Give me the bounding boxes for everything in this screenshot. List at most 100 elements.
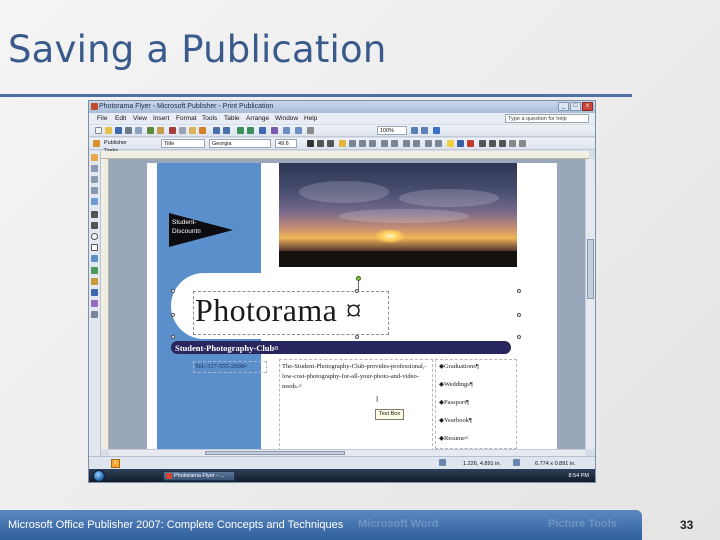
justify-icon[interactable]	[369, 140, 376, 147]
vertical-scrollbar[interactable]	[585, 159, 595, 449]
menu-format[interactable]: Format	[176, 115, 197, 122]
form-control-icon[interactable]	[91, 300, 98, 307]
bold-icon[interactable]	[307, 140, 314, 147]
list-item[interactable]: ◆Graduations¶	[439, 362, 479, 370]
design-gallery-icon[interactable]	[91, 267, 98, 274]
vertical-ruler[interactable]	[101, 159, 109, 449]
zoom-out-icon[interactable]	[411, 127, 418, 134]
align-right-icon[interactable]	[359, 140, 366, 147]
selection-handle-bc[interactable]	[355, 335, 359, 339]
send-to-back-icon[interactable]	[247, 127, 254, 134]
fill-color-icon[interactable]	[447, 140, 454, 147]
font-color-icon[interactable]	[467, 140, 474, 147]
print-icon[interactable]	[125, 127, 132, 134]
align-center-icon[interactable]	[349, 140, 356, 147]
list-item[interactable]: ◆Yearbook¶	[439, 416, 472, 424]
align-left-icon[interactable]	[339, 140, 346, 147]
font-select[interactable]: Georgia	[209, 139, 271, 148]
paste-icon[interactable]	[189, 127, 196, 134]
minimize-button[interactable]: _	[558, 102, 569, 111]
body-text[interactable]: The-Student-Photography-Club-provides-pr…	[282, 362, 432, 392]
cut-icon[interactable]	[169, 127, 176, 134]
insert-table-icon[interactable]	[283, 127, 290, 134]
line-style-icon[interactable]	[479, 140, 486, 147]
style-select[interactable]: Title	[161, 139, 205, 148]
autoshapes-icon[interactable]	[91, 255, 98, 262]
horizontal-scroll-thumb[interactable]	[205, 451, 345, 455]
list-item[interactable]: ◆Passport¶	[439, 398, 469, 406]
logo-text[interactable]: Photorama ¤	[195, 292, 362, 329]
taskbar-item-publisher[interactable]: Photorama Flyer - ...	[163, 471, 235, 481]
decrease-indent-icon[interactable]	[403, 140, 410, 147]
list-item[interactable]: ◆Weddings¶	[439, 380, 473, 388]
selection-handle-bl[interactable]	[171, 335, 175, 339]
club-name-text[interactable]: Student-Photography-Club¤	[175, 343, 278, 353]
rectangle-tool-icon[interactable]	[91, 244, 98, 251]
selection-handle-br[interactable]	[517, 335, 521, 339]
spelling-icon[interactable]	[147, 127, 154, 134]
text-box-icon[interactable]	[91, 165, 98, 172]
menu-window[interactable]: Window	[275, 115, 298, 122]
menu-insert[interactable]: Insert	[153, 115, 169, 122]
selection-handle-mr[interactable]	[517, 313, 521, 317]
select-icon[interactable]	[91, 154, 98, 161]
page-navigation-button[interactable]: 1	[111, 459, 120, 468]
rotation-handle[interactable]	[356, 276, 361, 281]
arrow-style-icon[interactable]	[499, 140, 506, 147]
close-button[interactable]: x	[582, 102, 593, 111]
increase-font-icon[interactable]	[435, 140, 442, 147]
menu-tools[interactable]: Tools	[202, 115, 217, 122]
vertical-scroll-thumb[interactable]	[587, 239, 594, 299]
undo-icon[interactable]	[213, 127, 220, 134]
bullets-icon[interactable]	[391, 140, 398, 147]
selection-handle-tr[interactable]	[517, 289, 521, 293]
menu-file[interactable]: File	[97, 115, 107, 122]
3d-style-icon[interactable]	[519, 140, 526, 147]
zoom-in-icon[interactable]	[421, 127, 428, 134]
print-preview-icon[interactable]	[135, 127, 142, 134]
increase-indent-icon[interactable]	[413, 140, 420, 147]
horizontal-ruler[interactable]	[101, 151, 589, 159]
zoom-select[interactable]: 100%	[377, 126, 407, 135]
insert-picture-icon[interactable]	[295, 127, 302, 134]
hyperlink-icon[interactable]	[259, 127, 266, 134]
format-painter-icon[interactable]	[199, 127, 206, 134]
start-button-icon[interactable]	[93, 470, 105, 482]
selection-handle-ml[interactable]	[171, 313, 175, 317]
publisher-tasks-button[interactable]: Publisher Tasks	[102, 139, 142, 154]
pennant-text[interactable]: Student- Discount¤	[172, 218, 216, 236]
menu-help[interactable]: Help	[304, 115, 317, 122]
hotspot-icon[interactable]	[91, 289, 98, 296]
picture-frame-icon[interactable]	[91, 198, 98, 205]
open-icon[interactable]	[105, 127, 112, 134]
list-item[interactable]: ◆Resume¤	[439, 434, 468, 442]
save-icon[interactable]	[115, 127, 122, 134]
menu-table[interactable]: Table	[224, 115, 240, 122]
help-search-input[interactable]: Type a question for help	[505, 114, 589, 123]
menu-arrange[interactable]: Arrange	[246, 115, 269, 122]
underline-icon[interactable]	[327, 140, 334, 147]
insert-table-tool-icon[interactable]	[91, 176, 98, 183]
arrow-tool-icon[interactable]	[91, 222, 98, 229]
copy-icon[interactable]	[179, 127, 186, 134]
sunset-photo[interactable]	[279, 163, 517, 267]
font-size-select[interactable]: 49.6	[275, 139, 297, 148]
shadow-style-icon[interactable]	[509, 140, 516, 147]
wordart-icon[interactable]	[91, 187, 98, 194]
numbering-icon[interactable]	[381, 140, 388, 147]
line-tool-icon[interactable]	[91, 211, 98, 218]
bring-to-front-icon[interactable]	[237, 127, 244, 134]
selection-handle-tl[interactable]	[171, 289, 175, 293]
redo-icon[interactable]	[223, 127, 230, 134]
research-icon[interactable]	[157, 127, 164, 134]
italic-icon[interactable]	[317, 140, 324, 147]
telephone-text[interactable]: Tel:-317-555-2008¤	[195, 363, 247, 370]
help-icon[interactable]	[433, 127, 440, 134]
menu-view[interactable]: View	[133, 115, 147, 122]
publisher-tasks-icon[interactable]	[93, 140, 100, 147]
columns-icon[interactable]	[271, 127, 278, 134]
horizontal-scrollbar[interactable]	[109, 449, 585, 456]
menu-edit[interactable]: Edit	[115, 115, 126, 122]
line-color-icon[interactable]	[457, 140, 464, 147]
maximize-button[interactable]: □	[570, 102, 581, 111]
